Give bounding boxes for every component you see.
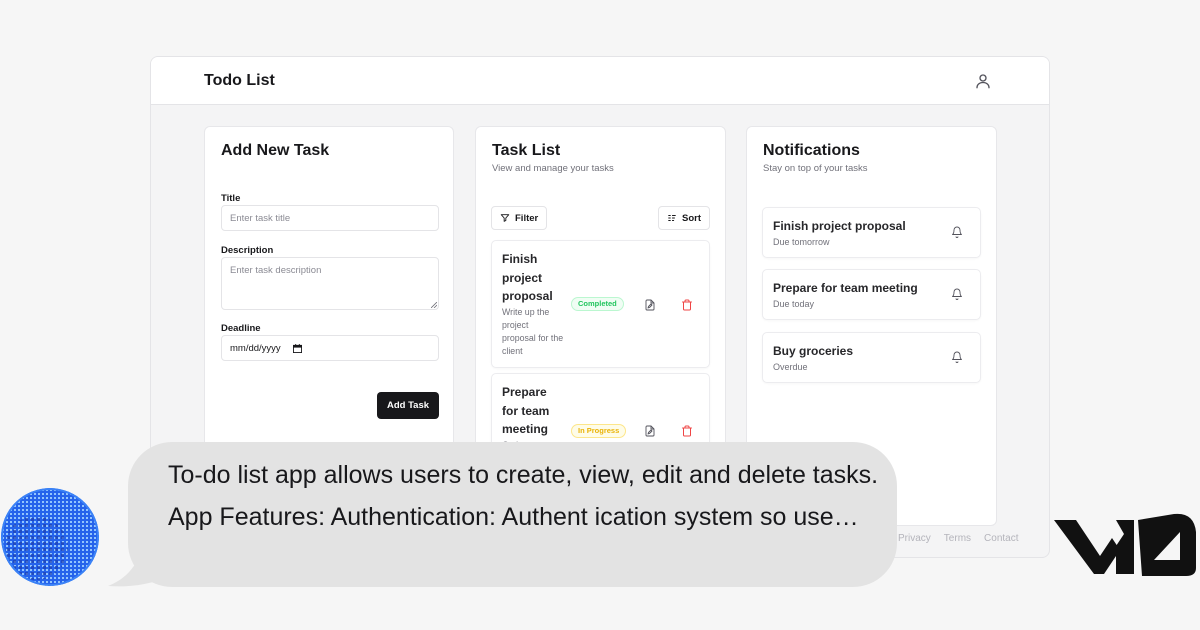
filter-label: Filter: [515, 212, 539, 224]
notification-title: Finish project proposal: [773, 219, 906, 233]
task-list-subtitle: View and manage your tasks: [492, 163, 614, 174]
bell-icon[interactable]: [951, 226, 963, 238]
bell-icon[interactable]: [951, 288, 963, 300]
notification-due: Due tomorrow: [773, 237, 830, 247]
notification-due: Overdue: [773, 362, 808, 372]
notification-title: Prepare for team meeting: [773, 281, 918, 295]
footer-links: Privacy Terms Contact: [898, 533, 1019, 544]
filter-icon: [500, 214, 510, 222]
sort-button[interactable]: Sort: [658, 206, 710, 230]
footer-link-terms[interactable]: Terms: [944, 533, 971, 544]
description-wrapper: [221, 257, 439, 310]
description-input[interactable]: [221, 257, 439, 310]
notifications-heading: Notifications: [763, 142, 860, 159]
resize-grip-icon[interactable]: [431, 302, 437, 308]
task-card[interactable]: Finish project proposal Write up the pro…: [491, 240, 710, 368]
sort-icon: [668, 215, 676, 221]
task-title: Finish project proposal: [502, 252, 553, 303]
notification-item[interactable]: Buy groceries Overdue: [762, 332, 981, 383]
edit-icon[interactable]: [644, 299, 656, 311]
trash-icon[interactable]: [681, 299, 693, 311]
title-label: Title: [221, 193, 241, 204]
notification-item[interactable]: Prepare for team meeting Due today: [762, 269, 981, 320]
app-title: Todo List: [204, 72, 275, 89]
deadline-label: Deadline: [221, 323, 261, 334]
status-badge: Completed: [571, 297, 624, 311]
calendar-icon[interactable]: [292, 343, 302, 353]
notification-item[interactable]: Finish project proposal Due tomorrow: [762, 207, 981, 258]
notification-due: Due today: [773, 299, 815, 309]
add-task-button[interactable]: Add Task: [377, 392, 439, 419]
bell-icon[interactable]: [951, 351, 963, 363]
task-description: Write up the project proposal for the cl…: [502, 307, 564, 356]
task-title: Prepare for team meeting: [502, 385, 550, 436]
deadline-input[interactable]: mm/dd/yyyy: [221, 335, 439, 361]
notifications-subtitle: Stay on top of your tasks: [763, 163, 868, 174]
footer-link-privacy[interactable]: Privacy: [898, 533, 931, 544]
avatar: [1, 488, 99, 586]
app-header: Todo List: [151, 57, 1049, 105]
edit-icon[interactable]: [644, 425, 656, 437]
status-badge: In Progress: [571, 424, 627, 438]
description-label: Description: [221, 245, 274, 256]
chat-bubble: To-do list app allows users to create, v…: [128, 442, 897, 587]
title-input[interactable]: [221, 205, 439, 231]
brand-logo: [1054, 513, 1196, 576]
filter-button[interactable]: Filter: [491, 206, 548, 230]
notification-title: Buy groceries: [773, 344, 854, 358]
user-icon[interactable]: [974, 72, 992, 90]
footer-link-contact[interactable]: Contact: [984, 533, 1018, 544]
deadline-value: mm/dd/yyyy: [230, 342, 281, 354]
task-list-heading: Task List: [492, 142, 561, 159]
trash-icon[interactable]: [681, 425, 693, 437]
sort-label: Sort: [682, 212, 701, 224]
add-task-heading: Add New Task: [221, 142, 330, 159]
chat-message: To-do list app allows users to create, v…: [168, 461, 879, 531]
